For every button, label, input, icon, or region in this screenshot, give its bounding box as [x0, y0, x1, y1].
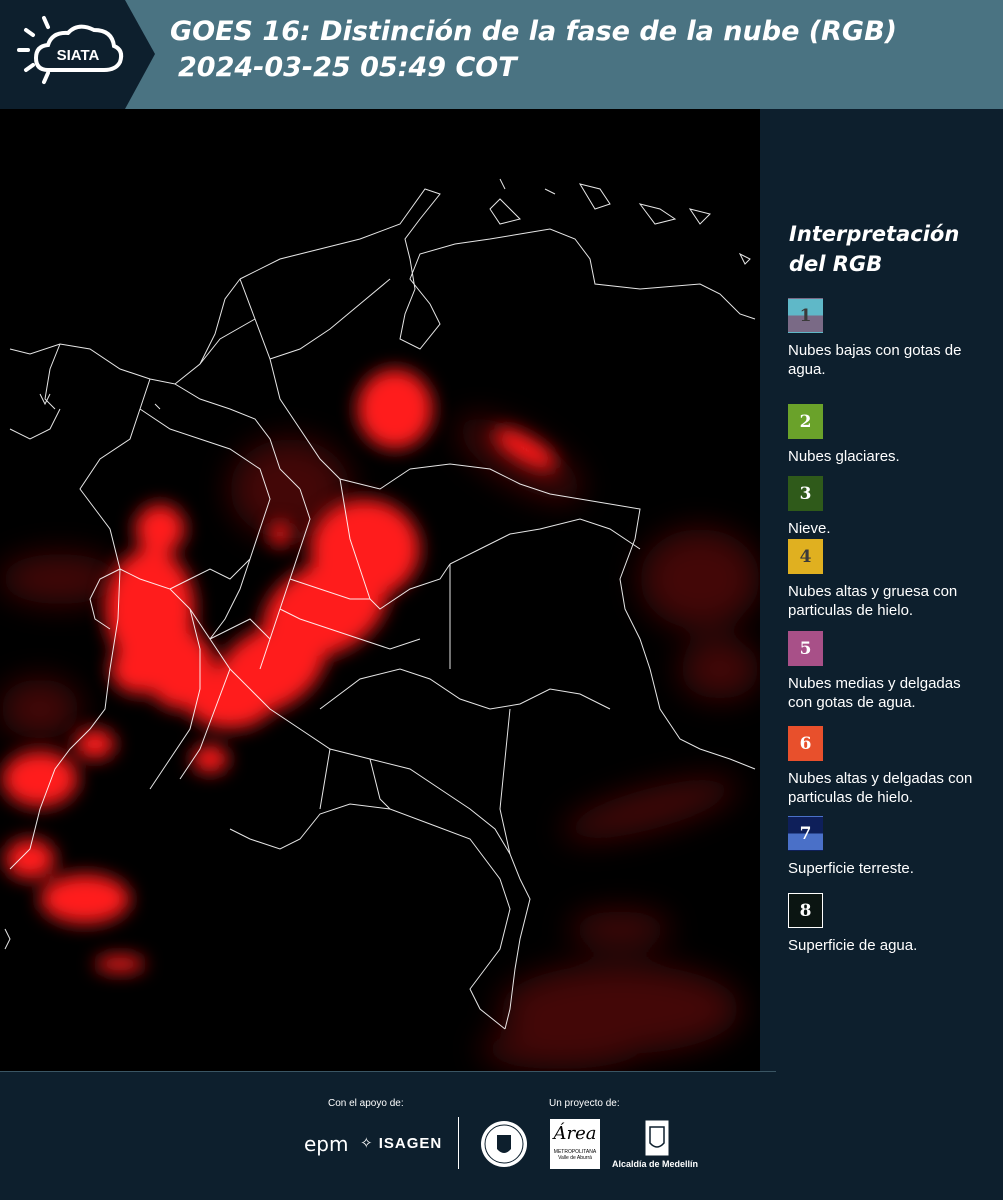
area-logo-subtext: METROPOLITANA Valle de Aburrá: [553, 1149, 597, 1161]
satellite-map: [0, 109, 760, 1071]
legend-title: Interpretación del RGB: [789, 219, 959, 279]
legend-number: 7: [799, 823, 812, 844]
epm-logo: epm: [304, 1132, 349, 1156]
isagen-label: ISAGEN: [378, 1135, 443, 1152]
legend-item-2: 2 Nubes glaciares.: [788, 404, 988, 466]
siata-logo-text: SIATA: [57, 47, 100, 64]
footer: Con el apoyo de: Un proyecto de: epm ✧ I…: [0, 1071, 1003, 1200]
legend-number: 3: [799, 483, 812, 504]
legend-number: 4: [799, 546, 812, 567]
legend-label: Nieve.: [788, 520, 831, 537]
legend-label: Nubes altas y gruesa con particulas de h…: [788, 583, 958, 619]
legend-swatch: 3: [788, 476, 823, 511]
legend-number: 5: [799, 638, 812, 659]
legend-label: Superficie de agua.: [788, 937, 918, 954]
legend-swatch: 2: [788, 404, 823, 439]
page-title: GOES 16: Distinción de la fase de la nub…: [170, 14, 897, 86]
legend-number: 8: [799, 900, 812, 921]
project-label: Un proyecto de:: [549, 1098, 620, 1109]
legend-swatch: 5: [788, 631, 823, 666]
legend-item-4: 4 Nubes altas y gruesa con particulas de …: [788, 539, 988, 620]
legend-swatch: 7: [788, 816, 823, 851]
siata-logo: SIATA: [0, 0, 160, 109]
legend-title-line-2: del RGB: [789, 252, 883, 276]
footer-vertical-divider: [458, 1117, 459, 1169]
legend-item-5: 5 Nubes medias y delgadas con gotas de ag…: [788, 631, 988, 712]
legend-item-3: 3 Nieve.: [788, 476, 988, 538]
legend-label: Nubes altas y delgadas con particulas de…: [788, 770, 973, 806]
legend-label: Nubes bajas con gotas de agua.: [788, 342, 962, 378]
alcaldia-shield-icon: [644, 1119, 670, 1162]
legend-swatch: 8: [788, 893, 823, 928]
footer-divider-line: [0, 1071, 776, 1072]
area-metropolitana-logo: Área METROPOLITANA Valle de Aburrá: [550, 1119, 600, 1169]
legend-swatch: 6: [788, 726, 823, 761]
legend-item-6: 6 Nubes altas y delgadas con particulas d…: [788, 726, 988, 807]
legend-item-8: 8 Superficie de agua.: [788, 893, 988, 955]
legend-number: 1: [799, 305, 812, 326]
legend-label: Superficie terreste.: [788, 860, 914, 877]
alcaldia-label: Alcaldía de Medellín: [612, 1159, 699, 1169]
title-line-2: 2024-03-25 05:49 COT: [178, 52, 517, 83]
university-seal-logo: [479, 1119, 529, 1174]
isagen-logo: ✧ ISAGEN: [360, 1134, 442, 1152]
header-bar: SIATA GOES 16: Distinción de la fase de …: [0, 0, 1003, 109]
legend-label: Nubes glaciares.: [788, 448, 900, 465]
isagen-icon: ✧: [360, 1135, 374, 1152]
support-label: Con el apoyo de:: [328, 1098, 404, 1109]
legend-item-1: 1 Nubes bajas con gotas de agua.: [788, 298, 988, 379]
area-logo-text: Área: [553, 1123, 597, 1144]
legend-number: 2: [799, 411, 812, 432]
legend-label: Nubes medias y delgadas con gotas de agu…: [788, 675, 961, 711]
legend-title-line-1: Interpretación: [789, 222, 960, 246]
legend-panel: Interpretación del RGB 1 Nubes bajas con …: [760, 109, 1003, 1071]
title-line-1: GOES 16: Distinción de la fase de la nub…: [170, 16, 897, 47]
legend-item-7: 7 Superficie terreste.: [788, 816, 988, 878]
legend-number: 6: [799, 733, 812, 754]
legend-swatch: 4: [788, 539, 823, 574]
legend-swatch: 1: [788, 298, 823, 333]
